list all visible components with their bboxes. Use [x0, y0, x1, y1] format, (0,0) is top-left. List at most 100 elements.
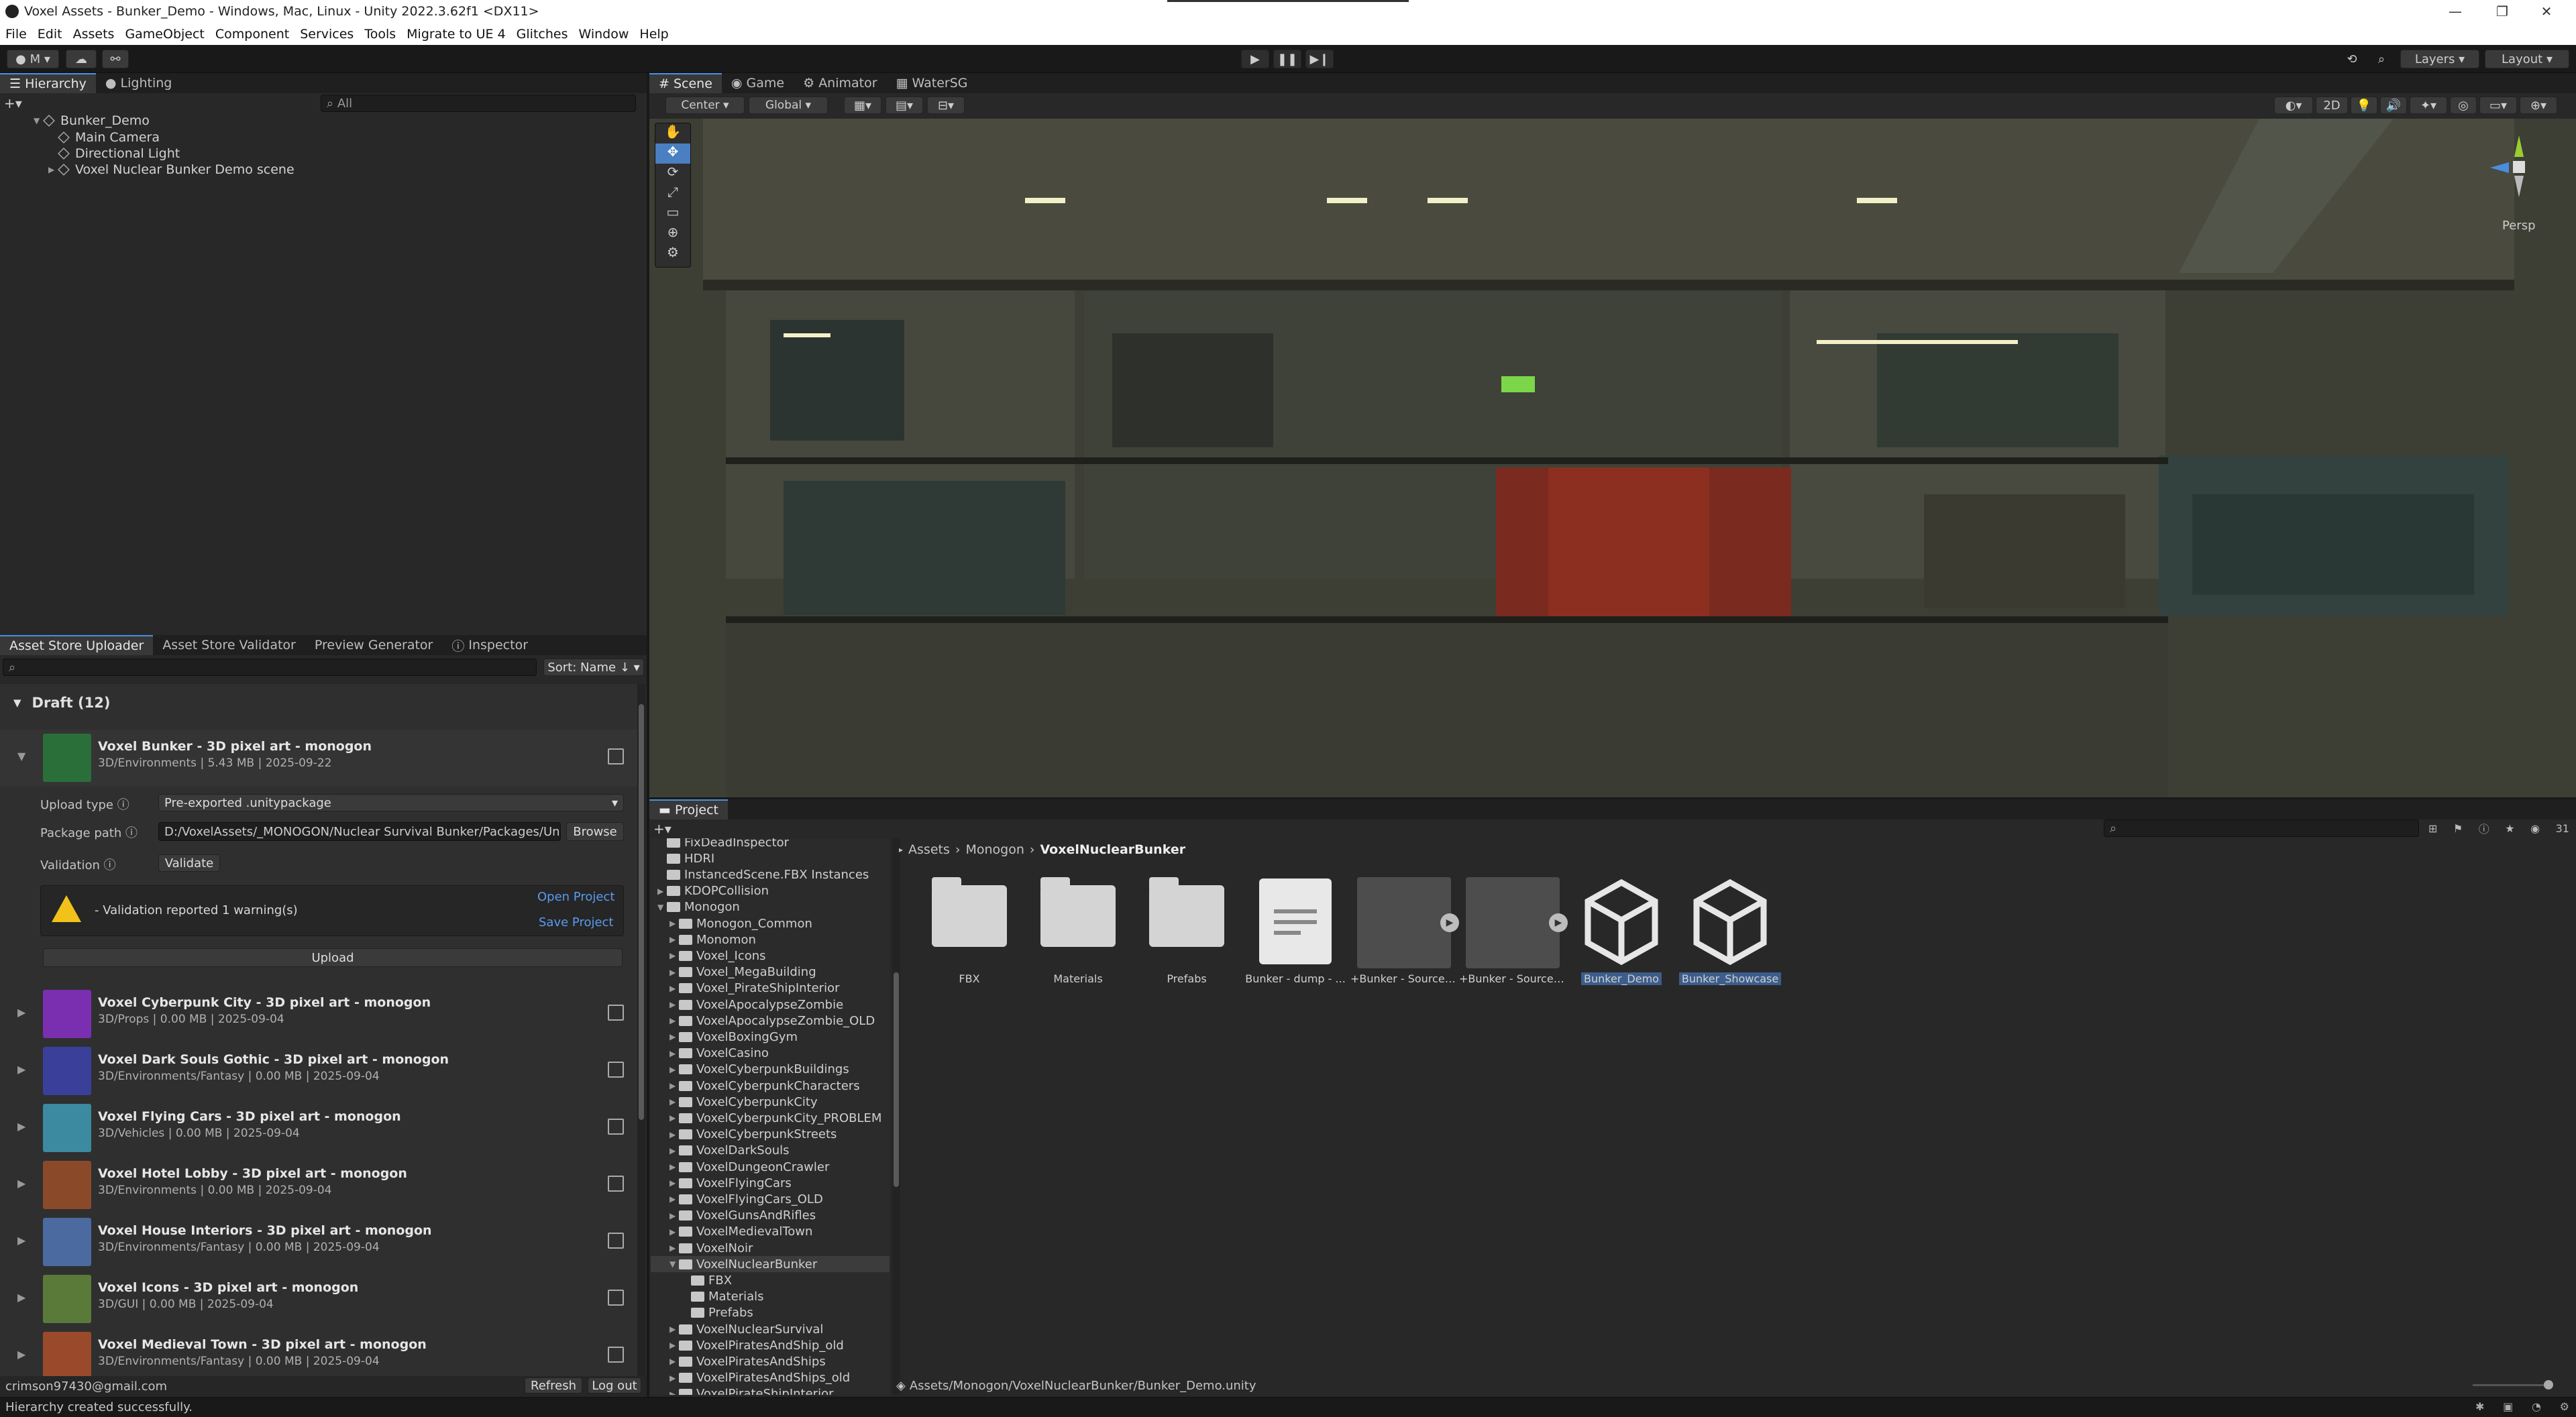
align-button[interactable]: ⊟▾ [927, 97, 965, 114]
package-item[interactable]: ▶ Voxel Icons - 3D pixel art - monogon 3… [0, 1271, 637, 1328]
expand-arrow-icon[interactable]: ▶ [669, 968, 679, 977]
account-button[interactable]: ● M ▾ [7, 50, 59, 68]
breadcrumb-assets[interactable]: Assets [908, 842, 950, 857]
hidden-packages-icon[interactable]: ◉ [2530, 822, 2540, 835]
expand-arrow-icon[interactable]: ▶ [669, 919, 679, 928]
package-item[interactable]: ▶ Voxel Hotel Lobby - 3D pixel art - mon… [0, 1157, 637, 1214]
expand-arrow-icon[interactable]: ▶ [669, 1178, 679, 1188]
project-search-input[interactable]: ⌕ [2104, 819, 2419, 837]
external-link-icon[interactable] [608, 1290, 624, 1306]
tab-lighting[interactable]: ● Lighting [96, 73, 181, 93]
menu-component[interactable]: Component [215, 27, 289, 42]
play-icon[interactable]: ▶ [1440, 913, 1459, 932]
refresh-button[interactable]: Refresh [525, 1377, 582, 1394]
space-dropdown[interactable]: Global ▾ [749, 97, 828, 114]
rect-tool-icon[interactable]: ▭ [655, 204, 690, 224]
menu-help[interactable]: Help [639, 27, 668, 42]
asset-model[interactable]: ▶ +Bunker - Source -... [1350, 872, 1459, 993]
play-button[interactable]: ▶ [1241, 50, 1269, 68]
menu-assets[interactable]: Assets [73, 27, 115, 42]
expand-arrow-icon[interactable]: ▶ [669, 951, 679, 960]
tab-game[interactable]: ◉ Game [722, 73, 794, 93]
transform-tool-icon[interactable]: ⊕ [655, 224, 690, 244]
menu-glitches[interactable]: Glitches [517, 27, 568, 42]
menu-services[interactable]: Services [300, 27, 354, 42]
project-tree-item[interactable]: ▶ VoxelCasino [669, 1045, 769, 1062]
layers-dropdown[interactable]: Layers ▾ [2400, 50, 2479, 68]
expand-arrow-icon[interactable]: ▼ [657, 903, 667, 912]
project-tree-item[interactable]: ▶ VoxelCyberpunkCity [669, 1094, 818, 1110]
project-tree-item[interactable]: ▼ VoxelNuclearBunker [651, 1256, 890, 1273]
expand-arrow-icon[interactable]: ▶ [669, 1016, 679, 1025]
breadcrumb-monogon[interactable]: Monogon [965, 842, 1024, 857]
rotate-tool-icon[interactable]: ⟳ [655, 164, 690, 184]
expand-arrow-icon[interactable]: ▶ [657, 887, 667, 896]
asset-scene-bunker-showcase[interactable]: Bunker_Showcase [1678, 872, 1782, 993]
expand-arrow-icon[interactable]: ▶ [669, 1373, 679, 1383]
play-icon[interactable]: ▶ [1549, 913, 1568, 932]
project-tree-item[interactable]: ▶ VoxelNoir [669, 1240, 753, 1256]
external-link-icon[interactable] [608, 1062, 624, 1078]
project-tree-item[interactable]: ▶ VoxelApocalypseZombie [669, 997, 843, 1013]
hierarchy-item-main-camera[interactable]: Main Camera [58, 129, 160, 146]
project-tree-item[interactable]: ▶ VoxelCyberpunkBuildings [669, 1062, 849, 1078]
expand-arrow-icon[interactable]: ▶ [669, 1081, 679, 1090]
upload-button[interactable]: Upload [43, 948, 623, 967]
draft-section-header[interactable]: ▼ Draft (12) [13, 695, 110, 711]
project-tree-item[interactable]: ▶ VoxelFlyingCars_OLD [669, 1191, 823, 1207]
expand-arrow-icon[interactable]: ▶ [669, 1324, 679, 1334]
expand-arrow-icon[interactable]: ▶ [669, 1227, 679, 1237]
move-tool-icon[interactable]: ✥ [655, 144, 690, 164]
2d-toggle[interactable]: 2D [2316, 97, 2348, 114]
project-tree-item[interactable]: Prefabs [682, 1305, 753, 1321]
expand-arrow-icon[interactable]: ▶ [669, 1065, 679, 1074]
shading-mode-button[interactable]: ◐▾ [2274, 97, 2313, 114]
project-tree-item[interactable]: ▶ VoxelNuclearSurvival [669, 1321, 823, 1337]
project-tree-item[interactable]: ▶ Monogon_Common [669, 915, 812, 931]
expand-arrow-icon[interactable]: ▶ [669, 984, 679, 993]
external-link-icon[interactable] [608, 1347, 624, 1363]
camera-settings-button[interactable]: ▭▾ [2479, 97, 2517, 114]
hand-tool-icon[interactable]: ✋ [655, 123, 690, 144]
close-icon[interactable]: ✕ [2526, 0, 2567, 23]
expand-arrow-icon[interactable]: ▼ [669, 1259, 679, 1269]
project-tree-item[interactable]: ▶ VoxelFlyingCars [669, 1175, 792, 1191]
tab-inspector[interactable]: ⓘ Inspector [442, 635, 537, 655]
project-tree-item[interactable]: ▶ VoxelCyberpunkCharacters [669, 1078, 860, 1094]
tab-watersg[interactable]: ▦ WaterSG [887, 73, 977, 93]
project-tree-item[interactable]: ▶ Voxel_MegaBuilding [669, 964, 816, 980]
package-list-scrollbar[interactable] [637, 684, 645, 1381]
effects-toggle[interactable]: ✦▾ [2410, 97, 2447, 114]
project-tree-item[interactable]: ▶ VoxelBoxingGym [669, 1029, 798, 1045]
filter-label-icon[interactable]: ⚑ [2453, 822, 2463, 835]
upload-type-dropdown[interactable]: Pre-exported .unitypackage ▾ [158, 794, 624, 811]
project-tree-item[interactable]: ▶ VoxelPiratesAndShips [669, 1353, 826, 1369]
pivot-dropdown[interactable]: Center ▾ [665, 97, 745, 114]
expand-arrow-icon[interactable]: ▶ [669, 1357, 679, 1366]
sort-dropdown[interactable]: Sort: Name ↓ ▾ [543, 659, 644, 676]
project-tree-item[interactable]: ▶ VoxelDungeonCrawler [669, 1159, 829, 1175]
asset-folder-prefabs[interactable]: Prefabs [1136, 872, 1237, 993]
browse-button[interactable]: Browse [566, 822, 624, 841]
expand-arrow-icon[interactable]: ▶ [669, 1097, 679, 1107]
project-tree-item[interactable]: ▶ VoxelMedievalTown [669, 1224, 812, 1240]
project-tree-item[interactable]: ▶ KDOPCollision [657, 883, 769, 899]
tab-preview-generator[interactable]: Preview Generator [305, 635, 442, 655]
external-link-icon[interactable] [608, 748, 624, 764]
package-item[interactable]: ▶ Voxel Flying Cars - 3D pixel art - mon… [0, 1100, 637, 1157]
tab-asset-store-validator[interactable]: Asset Store Validator [153, 635, 305, 655]
info-icon[interactable]: ⓘ [2479, 820, 2489, 836]
hidden-objects-toggle[interactable]: ◎ [2450, 97, 2477, 114]
icon-size-slider[interactable] [2473, 1384, 2546, 1386]
project-tree-item[interactable]: ▼ Monogon [657, 899, 740, 915]
lighting-toggle[interactable]: 💡 [2351, 97, 2377, 114]
asset-scene-bunker-demo[interactable]: Bunker_Demo [1571, 872, 1672, 993]
hierarchy-item-directional-light[interactable]: Directional Light [58, 146, 180, 162]
expand-arrow-icon[interactable]: ▶ [669, 1243, 679, 1253]
tab-project[interactable]: ▬ Project [649, 799, 729, 819]
menu-file[interactable]: File [5, 27, 27, 42]
tab-animator[interactable]: ⚙ Animator [794, 73, 886, 93]
project-tree-item[interactable]: FBX [682, 1272, 732, 1288]
expand-arrow-icon[interactable]: ▶ [669, 1341, 679, 1350]
package-item[interactable]: ▶ Voxel Medieval Town - 3D pixel art - m… [0, 1328, 637, 1381]
